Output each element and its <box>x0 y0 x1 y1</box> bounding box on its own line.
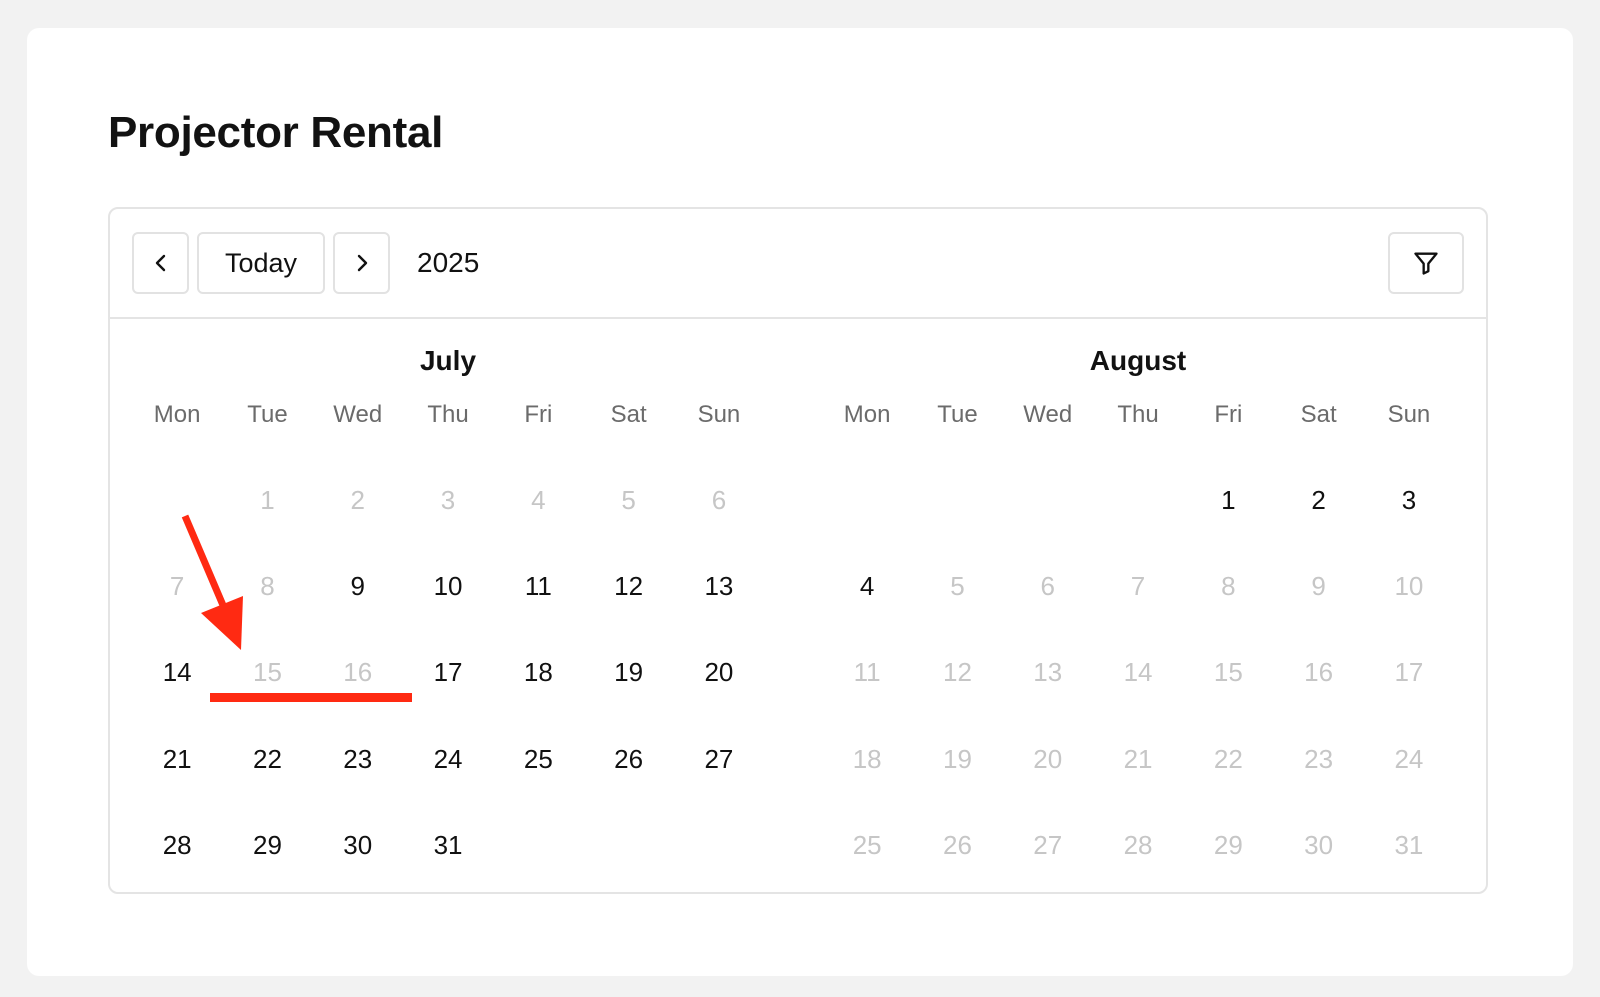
day-cell: 2 <box>350 484 365 515</box>
day-cell[interactable]: 18 <box>493 630 583 716</box>
day-cell: 10 <box>1394 571 1424 602</box>
chevron-left-icon <box>155 254 165 272</box>
day-cell[interactable]: 9 <box>313 543 403 629</box>
weekday-label: Fri <box>1214 401 1243 428</box>
day-cell: 7 <box>169 571 185 602</box>
day-cell: 15 <box>1213 657 1243 688</box>
weekday-label: Sun <box>697 401 741 428</box>
day-cell: 30 <box>1304 830 1334 861</box>
day-cell: 19 <box>942 743 972 774</box>
day-cell: 12 <box>942 657 972 688</box>
day-cell: 7 <box>1130 571 1146 602</box>
day-cell[interactable]: 20 <box>674 630 764 716</box>
weekday-label: Tue <box>247 401 288 428</box>
day-cell[interactable]: 17 <box>403 630 493 716</box>
day-cell: 22 <box>1213 743 1243 774</box>
day-cell: 24 <box>1394 743 1424 774</box>
weekday-label: Tue <box>937 401 978 428</box>
weekday-label: Wed <box>333 401 383 428</box>
day-cell[interactable]: 28 <box>132 803 222 889</box>
weekday-header: Mon Tue Wed Thu Fri Sat Sun <box>132 397 764 433</box>
day-cell: 3 <box>440 484 456 515</box>
day-cell[interactable]: 14 <box>132 630 222 716</box>
chevron-right-icon <box>357 254 367 272</box>
day-cell[interactable]: 29 <box>222 803 312 889</box>
day-cell[interactable]: 4 <box>822 543 912 629</box>
weekday-label: Thu <box>427 401 469 428</box>
day-cell: 27 <box>1033 830 1063 861</box>
day-cell[interactable]: 25 <box>493 716 583 802</box>
day-grid: 1 2 3 4 5 6 7 8 9 10 11 12 13 14 15 16 17 18 19 20 21 22 23 24 2… <box>132 457 764 889</box>
day-cell: 11 <box>853 657 881 688</box>
day-cell: 8 <box>1221 571 1236 602</box>
day-cell: 16 <box>343 657 373 688</box>
day-cell: 20 <box>1033 743 1063 774</box>
filter-icon <box>1414 252 1438 275</box>
day-cell[interactable]: 22 <box>222 716 312 802</box>
day-cell[interactable]: 3 <box>1364 457 1454 543</box>
date-picker-calendar: Today 2025 July Mon Tue Wed Thu Fri Sat … <box>108 207 1488 894</box>
weekday-label: Fri <box>524 401 553 428</box>
day-cell[interactable]: 12 <box>583 543 673 629</box>
day-cell: 23 <box>1304 743 1334 774</box>
day-cell: 1 <box>260 484 275 515</box>
previous-month-button[interactable] <box>132 232 189 294</box>
month-name: August <box>1089 345 1187 376</box>
day-cell: 8 <box>260 571 275 602</box>
calendar-toolbar: Today 2025 <box>110 209 1486 319</box>
weekday-label: Wed <box>1023 401 1073 428</box>
day-cell: 4 <box>531 484 546 515</box>
day-cell: 16 <box>1304 657 1334 688</box>
day-cell[interactable]: 23 <box>313 716 403 802</box>
day-cell: 9 <box>1311 571 1326 602</box>
day-cell: 15 <box>252 657 282 688</box>
next-month-button[interactable] <box>333 232 390 294</box>
day-cell: 6 <box>1040 571 1055 602</box>
day-cell: 5 <box>621 484 636 515</box>
day-cell[interactable]: 1 <box>1183 457 1273 543</box>
day-cell: 17 <box>1394 657 1424 688</box>
page-card: Projector Rental Today 2025 July Mon Tue… <box>27 28 1573 976</box>
day-cell[interactable]: 30 <box>313 803 403 889</box>
weekday-label: Sat <box>610 401 647 428</box>
day-cell: 26 <box>942 830 972 861</box>
weekday-header: Mon Tue Wed Thu Fri Sat Sun <box>822 397 1454 433</box>
day-cell[interactable]: 21 <box>132 716 222 802</box>
day-cell[interactable]: 10 <box>403 543 493 629</box>
day-cell[interactable]: 11 <box>493 543 583 629</box>
day-cell[interactable]: 27 <box>674 716 764 802</box>
day-cell[interactable]: 13 <box>674 543 764 629</box>
day-cell[interactable]: 31 <box>403 803 493 889</box>
day-cell[interactable]: 19 <box>583 630 673 716</box>
page-title: Projector Rental <box>108 108 444 157</box>
weekday-label: Mon <box>843 401 891 428</box>
day-cell: 29 <box>1213 830 1243 861</box>
month-name: July <box>419 345 477 376</box>
weekday-label: Thu <box>1117 401 1159 428</box>
day-cell: 6 <box>711 484 727 515</box>
day-cell: 13 <box>1033 657 1063 688</box>
day-cell: 28 <box>1123 830 1153 861</box>
day-cell: 14 <box>1123 657 1153 688</box>
day-cell: 25 <box>852 830 882 861</box>
day-cell[interactable]: 24 <box>403 716 493 802</box>
day-cell: 18 <box>852 743 882 774</box>
day-cell: 5 <box>950 571 965 602</box>
day-cell: 21 <box>1123 743 1153 774</box>
weekday-label: Sun <box>1387 401 1431 428</box>
filter-button[interactable] <box>1388 232 1464 294</box>
day-cell[interactable]: 2 <box>1273 457 1363 543</box>
weekday-label: Mon <box>153 401 201 428</box>
today-button[interactable]: Today <box>197 232 325 294</box>
day-grid: 1 2 3 4 5 6 7 8 9 10 11 12 13 14 15 16 17 18 19 20 21 22 23 24 2… <box>822 457 1454 889</box>
day-cell[interactable]: 26 <box>583 716 673 802</box>
year-label: 2025 <box>417 247 480 278</box>
day-cell: 31 <box>1394 830 1424 861</box>
weekday-label: Sat <box>1300 401 1337 428</box>
